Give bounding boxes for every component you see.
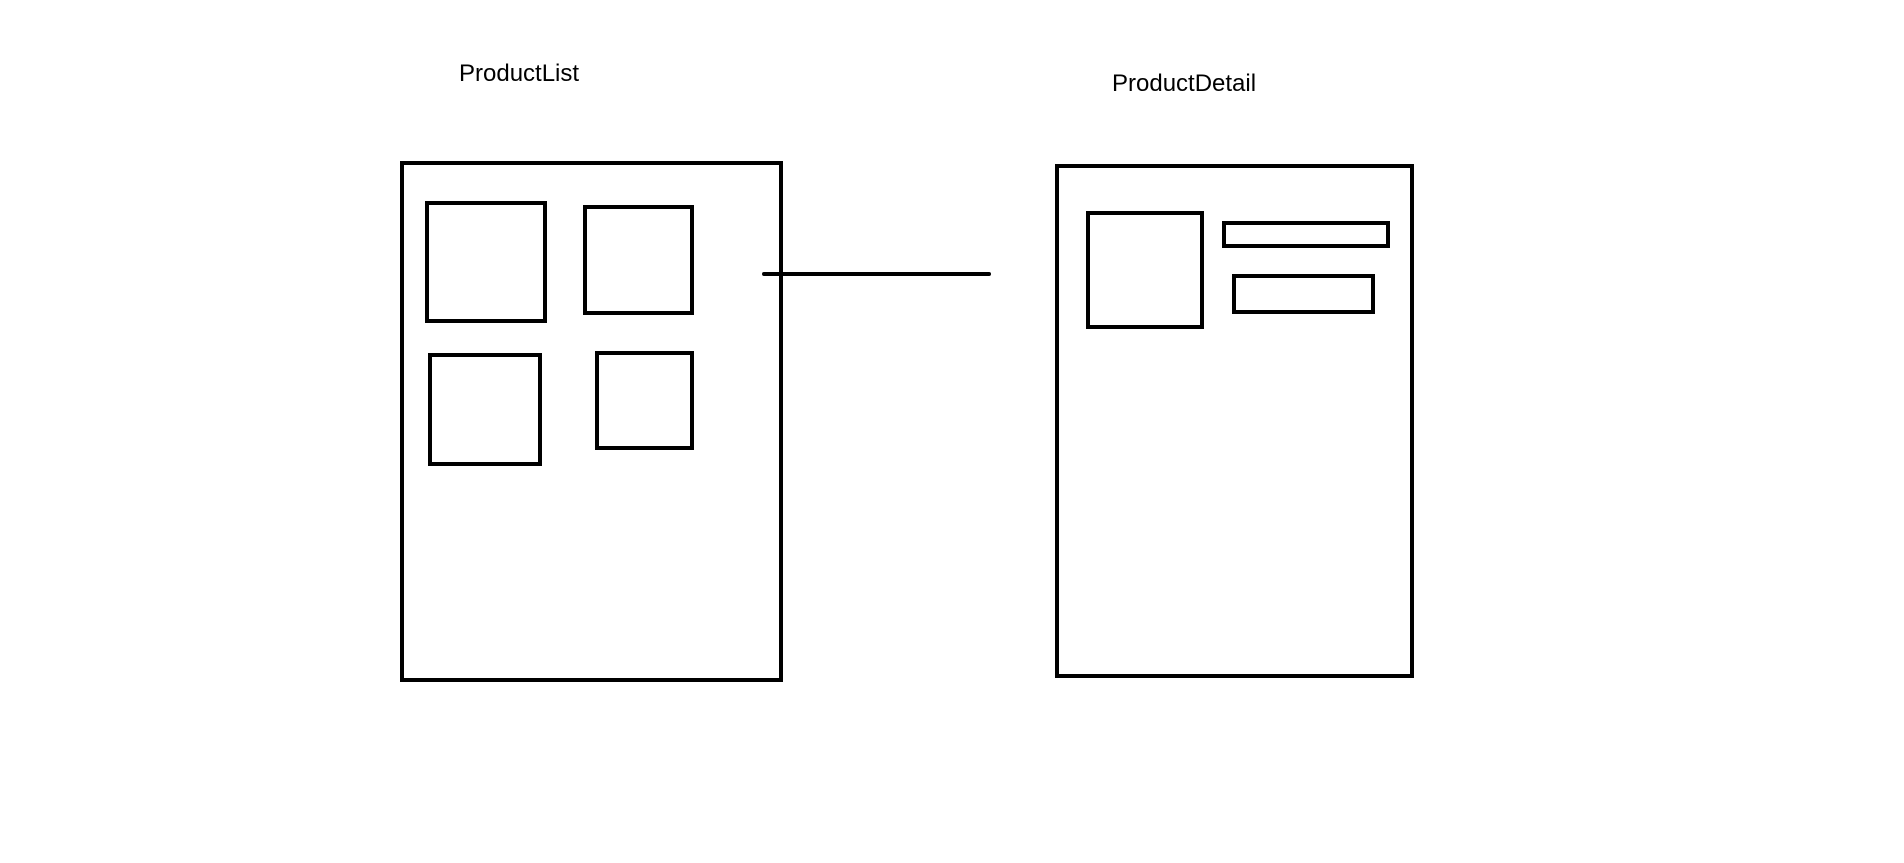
product-detail-button-placeholder	[1232, 274, 1375, 314]
product-list-thumbnail	[595, 351, 694, 450]
product-list-thumbnail	[425, 201, 547, 323]
navigation-connector-line	[762, 272, 991, 276]
product-detail-text-placeholder	[1222, 221, 1390, 248]
product-detail-title: ProductDetail	[1112, 70, 1257, 97]
product-list-thumbnail	[583, 205, 694, 315]
product-detail-image-placeholder	[1086, 211, 1204, 329]
product-list-title: ProductList	[459, 60, 580, 87]
product-list-thumbnail	[428, 353, 542, 466]
